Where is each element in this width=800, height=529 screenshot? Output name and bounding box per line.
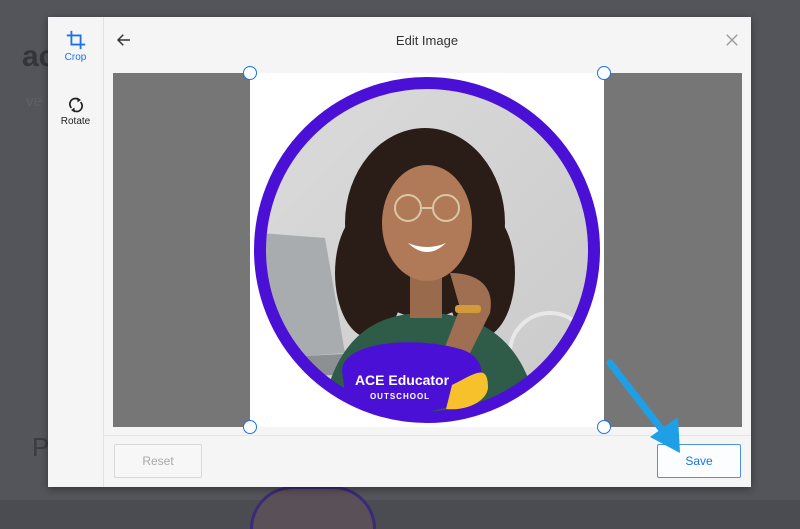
background-subtext-fragment: ve: [26, 93, 42, 110]
background-section-fragment: P: [32, 432, 50, 462]
crop-area[interactable]: ACE Educator OUTSCHOOL: [243, 66, 611, 434]
crop-handle-bottom-right[interactable]: [597, 420, 611, 434]
badge-subtitle: OUTSCHOOL: [370, 392, 430, 401]
reset-button[interactable]: Reset: [114, 444, 202, 478]
crop-handle-top-left[interactable]: [243, 66, 257, 80]
crop-tool-button[interactable]: Crop: [48, 29, 103, 63]
dialog-footer: Reset Save: [103, 435, 751, 488]
crop-handle-bottom-left[interactable]: [243, 420, 257, 434]
close-icon[interactable]: [723, 31, 741, 54]
crop-icon: [48, 29, 103, 51]
profile-photo: ACE Educator OUTSCHOOL: [254, 77, 600, 423]
background-avatar: [250, 486, 376, 529]
badge-title: ACE Educator: [355, 372, 450, 388]
rotate-tool-button[interactable]: Rotate: [48, 95, 103, 127]
crop-tool-label: Crop: [64, 52, 87, 63]
crop-handle-top-right[interactable]: [597, 66, 611, 80]
rotate-icon: [48, 95, 103, 115]
dialog-header: Edit Image: [103, 17, 751, 65]
tool-sidebar: Crop Rotate: [48, 17, 104, 487]
edit-image-dialog: Crop Rotate Edit Image ACE Educator OUTS…: [48, 17, 751, 487]
image-canvas: ACE Educator OUTSCHOOL: [113, 66, 742, 434]
dialog-title: Edit Image: [395, 33, 459, 48]
rotate-tool-label: Rotate: [60, 116, 91, 127]
save-button[interactable]: Save: [657, 444, 741, 478]
